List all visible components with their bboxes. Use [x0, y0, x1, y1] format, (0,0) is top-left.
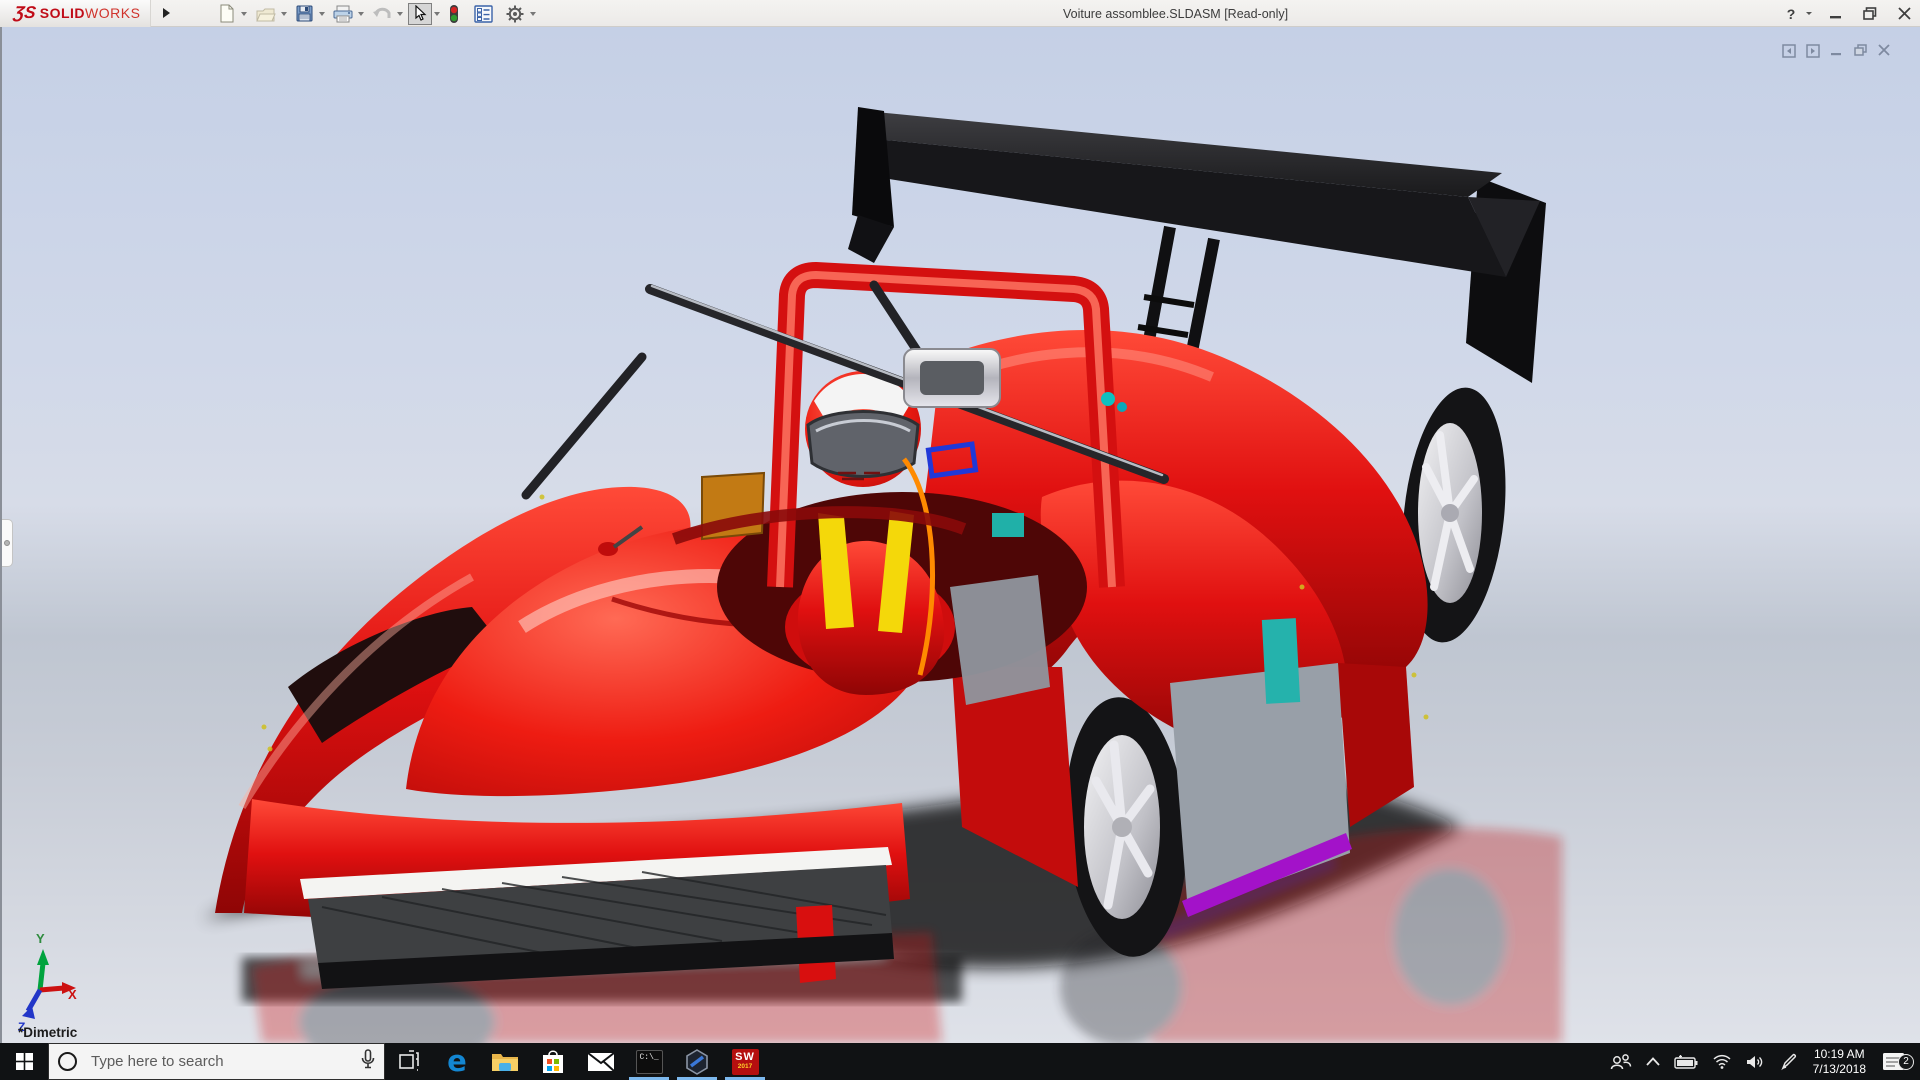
wifi-icon[interactable]: [1705, 1043, 1739, 1080]
select-cursor-dropdown[interactable]: [434, 11, 440, 16]
svg-text:X: X: [68, 987, 77, 1002]
notification-badge: 2: [1898, 1053, 1914, 1070]
new-document-button[interactable]: [215, 2, 239, 26]
cad-hexagon-button[interactable]: [673, 1043, 721, 1080]
restore-doc-button[interactable]: [1853, 43, 1868, 58]
action-center-button[interactable]: 2: [1874, 1051, 1920, 1073]
brand-name-bold: SOLID: [39, 5, 86, 21]
open-document-button[interactable]: [252, 2, 279, 26]
brand-name-light: WORKS: [85, 5, 141, 21]
display-pane-button[interactable]: [471, 2, 496, 26]
select-cursor-button[interactable]: [408, 2, 432, 25]
standard-toolbar: [215, 0, 541, 27]
options-gear-button[interactable]: [502, 2, 528, 26]
view-orientation-label: *Dimetric: [18, 1025, 78, 1040]
rearview-mirror[interactable]: [903, 348, 1001, 408]
titlebar: ƷS SOLID WORKS Voiture assomblee.SLDASM …: [0, 0, 1920, 27]
system-tray: 10:19 AM 7/13/2018 2: [1603, 1043, 1920, 1080]
window-title: Voiture assomblee.SLDASM [Read-only]: [1063, 6, 1289, 21]
mail-button[interactable]: [577, 1043, 625, 1080]
solidworks-button[interactable]: SW 2017: [721, 1043, 769, 1080]
rebuild-traffic-light-button[interactable]: [445, 2, 463, 26]
start-button[interactable]: [0, 1043, 48, 1080]
front-fascia[interactable]: [244, 799, 910, 989]
new-document-dropdown[interactable]: [241, 11, 247, 16]
open-document-dropdown[interactable]: [281, 11, 287, 16]
task-view-button[interactable]: [385, 1043, 433, 1080]
cortana-icon[interactable]: [58, 1052, 77, 1071]
volume-icon[interactable]: [1739, 1043, 1773, 1080]
pane-left-icon[interactable]: [1781, 43, 1796, 58]
clock-date: 7/13/2018: [1812, 1061, 1866, 1076]
undo-button[interactable]: [369, 2, 395, 26]
microphone-icon[interactable]: [361, 1049, 375, 1074]
windows-ink-pen-icon[interactable]: [1773, 1043, 1805, 1080]
hidden-icons-chevron[interactable]: [1639, 1043, 1667, 1080]
command-prompt-button[interactable]: C:\_: [625, 1043, 673, 1080]
window-controls: ?: [1781, 0, 1914, 27]
document-window-controls: [1781, 43, 1892, 58]
search-input[interactable]: [89, 1052, 355, 1071]
edge-button[interactable]: e: [433, 1043, 481, 1080]
solidworks-logo: ƷS SOLID WORKS: [0, 0, 152, 27]
teal-seat: [992, 513, 1024, 537]
close-button[interactable]: [1894, 3, 1914, 25]
print-dropdown[interactable]: [358, 11, 364, 16]
close-doc-button[interactable]: [1877, 43, 1892, 58]
battery-icon[interactable]: [1667, 1043, 1705, 1080]
gray-engine-panel: [950, 575, 1050, 705]
file-explorer-button[interactable]: [481, 1043, 529, 1080]
save-button[interactable]: [292, 2, 317, 26]
restore-button[interactable]: [1860, 3, 1880, 25]
svg-text:Y: Y: [36, 931, 45, 946]
save-dropdown[interactable]: [319, 11, 325, 16]
help-button[interactable]: ?: [1781, 3, 1801, 25]
store-button[interactable]: [529, 1043, 577, 1080]
graphics-viewport[interactable]: Y X Z *Dimetric: [0, 27, 1920, 1043]
people-icon[interactable]: [1603, 1043, 1639, 1080]
undo-dropdown[interactable]: [397, 11, 403, 16]
taskbar-clock[interactable]: 10:19 AM 7/13/2018: [1805, 1047, 1874, 1077]
minimize-button[interactable]: [1826, 3, 1846, 25]
taskbar: e C:\_ SW2017 10:19: [0, 1043, 1920, 1080]
print-button[interactable]: [330, 2, 356, 26]
taskbar-search[interactable]: [48, 1043, 385, 1080]
options-dropdown[interactable]: [530, 11, 536, 16]
3d-model-scene[interactable]: Y X Z: [2, 27, 1920, 1043]
minimize-doc-button[interactable]: [1829, 43, 1844, 58]
toolbar-flyout-arrow-icon[interactable]: [157, 3, 175, 23]
clock-time: 10:19 AM: [1813, 1046, 1865, 1061]
pane-right-icon[interactable]: [1805, 43, 1820, 58]
dassault-ds-icon: ƷS: [12, 3, 38, 22]
teal-panel[interactable]: [1261, 618, 1301, 704]
help-dropdown[interactable]: [1806, 12, 1812, 15]
rear-lower-red[interactable]: [1338, 663, 1414, 827]
orientation-triad: Y X Z: [18, 931, 77, 1034]
feature-tree-collapsed-tab[interactable]: [2, 519, 13, 567]
